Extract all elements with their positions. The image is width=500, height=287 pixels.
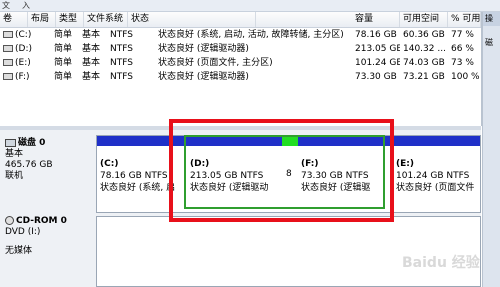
disk0-size: 465.76 GB bbox=[5, 160, 53, 170]
cdrom0-name: CD-ROM 0 bbox=[16, 216, 67, 226]
actions-header: 操 bbox=[483, 12, 500, 26]
cd-rom-icon bbox=[5, 216, 14, 225]
col-header-type[interactable]: 类型 bbox=[56, 12, 84, 27]
title-fragment-2: 入 bbox=[22, 1, 30, 10]
cdrom0-type: DVD (I:) bbox=[5, 227, 41, 237]
volume-free: 73.21 GB bbox=[403, 72, 445, 82]
volume-layout: 简单 bbox=[54, 30, 73, 40]
col-header-capacity[interactable]: 容量 bbox=[352, 12, 400, 27]
disk0-name: 磁盘 0 bbox=[18, 138, 46, 148]
volume-status: 状态良好 (逻辑驱动器) bbox=[158, 72, 249, 82]
volume-row[interactable]: (F:) 简单 基本 NTFS 状态良好 (逻辑驱动器) 73.30 GB 73… bbox=[0, 70, 481, 84]
actions-item[interactable]: 磁 bbox=[483, 36, 500, 50]
cdrom0-info[interactable]: CD-ROM 0 DVD (I:) 无媒体 bbox=[5, 216, 93, 257]
col-header-filesystem[interactable]: 文件系统 bbox=[84, 12, 128, 27]
title-fragment-1: 文 bbox=[2, 1, 10, 10]
volume-fs: NTFS bbox=[110, 58, 133, 68]
volume-name: (F:) bbox=[15, 72, 30, 82]
drive-icon bbox=[3, 45, 13, 52]
volume-type: 基本 bbox=[82, 30, 101, 40]
volume-layout: 简单 bbox=[54, 72, 73, 82]
hard-disk-icon bbox=[5, 138, 16, 147]
volume-capacity: 78.16 GB bbox=[355, 30, 397, 40]
volume-list: 卷 布局 类型 文件系统 状态 容量 可用空间 % 可用 (C:) 简单 基本 … bbox=[0, 12, 482, 126]
volume-pct: 100 % bbox=[451, 72, 480, 82]
volume-free: 140.32 ... bbox=[403, 44, 446, 54]
watermark: Baidu 经验 bbox=[402, 255, 480, 271]
disk0-info[interactable]: 磁盘 0 基本 465.76 GB 联机 bbox=[5, 138, 93, 182]
disk0-state: 联机 bbox=[5, 171, 24, 181]
volume-name: (D:) bbox=[15, 44, 32, 54]
volume-capacity: 73.30 GB bbox=[355, 72, 397, 82]
partition-status: 状态良好 (页面文件 bbox=[396, 183, 475, 193]
volume-pct: 77 % bbox=[451, 30, 474, 40]
actions-panel: 操 磁 bbox=[482, 12, 500, 287]
volume-fs: NTFS bbox=[110, 72, 133, 82]
volume-row[interactable]: (C:) 简单 基本 NTFS 状态良好 (系统, 启动, 活动, 故障转储, … bbox=[0, 28, 481, 42]
volume-pct: 73 % bbox=[451, 58, 474, 68]
drive-icon bbox=[3, 73, 13, 80]
partition-e[interactable]: (E:) 101.24 GB NTFS 状态良好 (页面文件 bbox=[393, 136, 480, 212]
volume-type: 基本 bbox=[82, 58, 101, 68]
volume-name: (C:) bbox=[15, 30, 32, 40]
disk0-type: 基本 bbox=[5, 149, 24, 159]
volume-layout: 简单 bbox=[54, 44, 73, 54]
window-top-strip: 文 入 bbox=[0, 0, 500, 12]
partition-size: 101.24 GB NTFS bbox=[396, 171, 470, 181]
highlight-annotation-green bbox=[184, 135, 385, 209]
volume-name: (E:) bbox=[15, 58, 31, 68]
volume-type: 基本 bbox=[82, 72, 101, 82]
volume-status: 状态良好 (系统, 启动, 活动, 故障转储, 主分区) bbox=[158, 30, 344, 40]
volume-pct: 66 % bbox=[451, 44, 474, 54]
col-header-free-space[interactable]: 可用空间 bbox=[400, 12, 448, 27]
volume-list-header: 卷 布局 类型 文件系统 状态 容量 可用空间 % 可用 bbox=[0, 12, 481, 28]
volume-capacity: 213.05 GB bbox=[355, 44, 400, 54]
volume-status: 状态良好 (页面文件, 主分区) bbox=[158, 58, 273, 68]
volume-capacity: 101.24 GB bbox=[355, 58, 400, 68]
col-header-status[interactable]: 状态 bbox=[128, 12, 256, 27]
drive-icon bbox=[3, 59, 13, 66]
volume-row[interactable]: (E:) 简单 基本 NTFS 状态良好 (页面文件, 主分区) 101.24 … bbox=[0, 56, 481, 70]
volume-row[interactable]: (D:) 简单 基本 NTFS 状态良好 (逻辑驱动器) 213.05 GB 1… bbox=[0, 42, 481, 56]
volume-free: 74.03 GB bbox=[403, 58, 445, 68]
partition-bar bbox=[393, 136, 480, 146]
cdrom0-state: 无媒体 bbox=[5, 246, 33, 256]
volume-layout: 简单 bbox=[54, 58, 73, 68]
volume-free: 60.36 GB bbox=[403, 30, 445, 40]
volume-status: 状态良好 (逻辑驱动器) bbox=[158, 44, 249, 54]
col-header-volume[interactable]: 卷 bbox=[0, 12, 28, 27]
drive-icon bbox=[3, 31, 13, 38]
col-header-layout[interactable]: 布局 bbox=[28, 12, 56, 27]
volume-fs: NTFS bbox=[110, 44, 133, 54]
col-header-percent-free[interactable]: % 可用 bbox=[448, 12, 481, 27]
partition-label: (E:) bbox=[396, 159, 414, 169]
volume-type: 基本 bbox=[82, 44, 101, 54]
volume-fs: NTFS bbox=[110, 30, 133, 40]
